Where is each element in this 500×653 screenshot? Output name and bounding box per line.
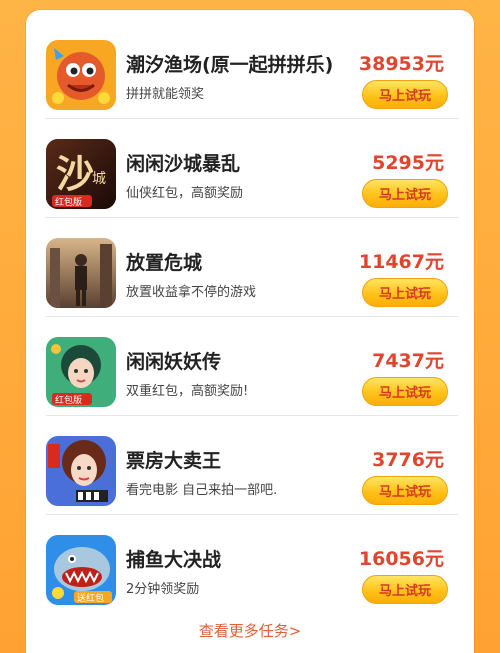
sand-city-icon: 沙 城 红包版 xyxy=(46,139,116,209)
game-desc: 2分钟领奖励 xyxy=(126,582,200,597)
reward-amount: 11467元 xyxy=(358,251,444,273)
svg-text:送红包: 送红包 xyxy=(77,592,104,604)
game-desc: 放置收益拿不停的游戏 xyxy=(126,285,257,300)
game-title: 闲闲妖妖传 xyxy=(126,351,222,373)
fairy-legend-icon: 红包版 xyxy=(46,337,116,407)
game-title: 潮汐渔场(原一起拼拼乐) xyxy=(126,54,334,76)
try-now-button[interactable]: 马上试玩 xyxy=(362,476,448,505)
svg-text:沙: 沙 xyxy=(56,151,94,196)
reward-amount: 3776元 xyxy=(372,449,444,471)
reward-amount: 5295元 xyxy=(372,152,444,174)
task-card: 潮汐渔场(原一起拼拼乐) 拼拼就能领奖 38953元 马上试玩 沙 城 红包版 xyxy=(26,10,474,653)
game-row-fairy-legend[interactable]: 红包版 闲闲妖妖传 双重红包，高额奖励! 7437元 马上试玩 xyxy=(26,317,474,416)
reward-amount: 16056元 xyxy=(358,548,444,570)
reward-amount: 7437元 xyxy=(372,350,444,372)
game-title: 捕鱼大决战 xyxy=(126,549,222,571)
svg-text:红包版: 红包版 xyxy=(55,394,82,406)
game-title: 闲闲沙城暴乱 xyxy=(126,153,241,175)
box-office-icon xyxy=(46,436,116,506)
game-title: 票房大卖王 xyxy=(126,450,222,472)
try-now-button[interactable]: 马上试玩 xyxy=(362,80,448,109)
danger-city-icon xyxy=(46,238,116,308)
fishing-battle-icon: 送红包 xyxy=(46,535,116,605)
game-desc: 双重红包，高额奖励! xyxy=(126,384,249,399)
fish-farm-icon xyxy=(46,40,116,110)
try-now-button[interactable]: 马上试玩 xyxy=(362,179,448,208)
game-row-danger-city[interactable]: 放置危城 放置收益拿不停的游戏 11467元 马上试玩 xyxy=(26,218,474,317)
game-title: 放置危城 xyxy=(126,252,203,274)
view-more-tasks-link[interactable]: 查看更多任务> xyxy=(26,620,474,641)
game-desc: 看完电影 自己来拍一部吧. xyxy=(126,483,278,498)
game-row-fish-farm[interactable]: 潮汐渔场(原一起拼拼乐) 拼拼就能领奖 38953元 马上试玩 xyxy=(26,20,474,119)
game-desc: 仙侠红包，高额奖励 xyxy=(126,186,244,201)
game-row-box-office[interactable]: 票房大卖王 看完电影 自己来拍一部吧. 3776元 马上试玩 xyxy=(26,416,474,515)
try-now-button[interactable]: 马上试玩 xyxy=(362,278,448,307)
svg-text:城: 城 xyxy=(92,171,106,187)
game-row-sand-city[interactable]: 沙 城 红包版 闲闲沙城暴乱 仙侠红包，高额奖励 5295元 马上试玩 xyxy=(26,119,474,218)
svg-text:红包版: 红包版 xyxy=(55,196,82,208)
try-now-button[interactable]: 马上试玩 xyxy=(362,575,448,604)
try-now-button[interactable]: 马上试玩 xyxy=(362,377,448,406)
game-desc: 拼拼就能领奖 xyxy=(126,87,205,102)
game-row-fishing-battle[interactable]: 送红包 捕鱼大决战 2分钟领奖励 16056元 马上试玩 xyxy=(26,515,474,614)
reward-amount: 38953元 xyxy=(358,53,444,75)
